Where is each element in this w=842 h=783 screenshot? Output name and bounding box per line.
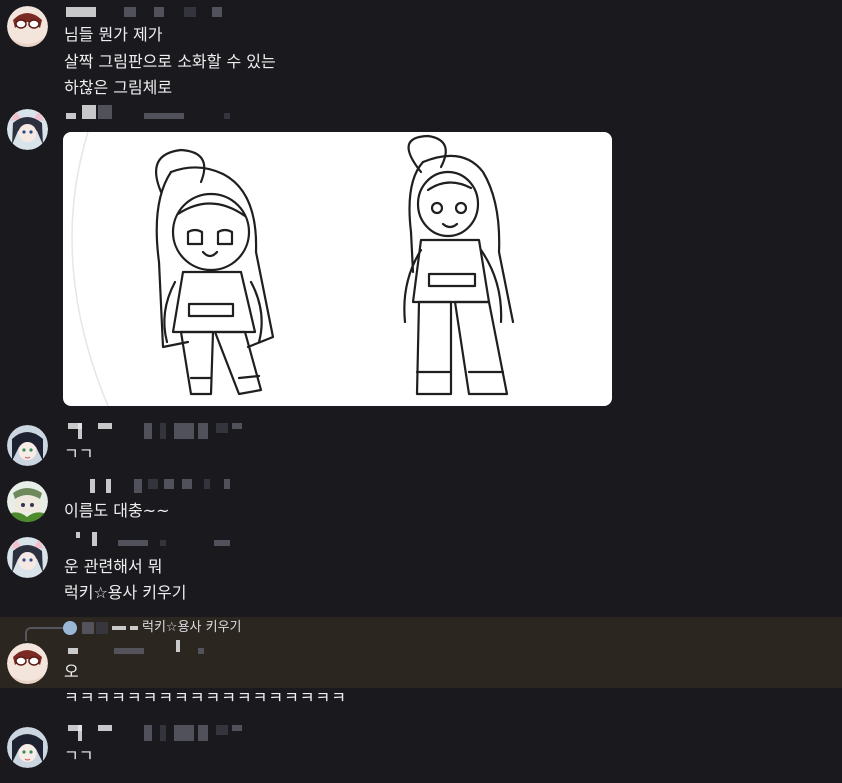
user-avatar[interactable] — [7, 481, 48, 522]
chat-log: 님들 뭔가 제가 살짝 그림판으로 소화할 수 있는 하찮은 그림체로 ㄱㄱ 이… — [0, 0, 842, 783]
user-avatar[interactable] — [7, 109, 48, 150]
message-text: 오 — [64, 662, 79, 681]
message-text: 럭키☆용사 키우기 — [64, 583, 187, 602]
username-redacted[interactable] — [64, 105, 234, 121]
username-redacted[interactable] — [64, 725, 254, 743]
username-redacted[interactable] — [64, 423, 254, 441]
username-redacted[interactable] — [64, 532, 254, 548]
drawing-image[interactable] — [63, 132, 612, 406]
user-avatar[interactable] — [7, 727, 48, 768]
message-text: 님들 뭔가 제가 — [64, 25, 163, 44]
reply-preview-text: 럭키☆용사 키우기 — [142, 620, 242, 635]
message-text: ㄱㄱ — [64, 444, 94, 463]
message-text: ㄱㄱ — [64, 746, 94, 765]
username-redacted[interactable] — [64, 640, 254, 656]
username-redacted[interactable] — [64, 479, 254, 495]
reply-preview[interactable]: 럭키☆용사 키우기 — [64, 618, 264, 638]
message-text: 이름도 대충~~ — [64, 501, 170, 520]
user-avatar[interactable] — [7, 425, 48, 466]
message-text: ㅋㅋㅋㅋㅋㅋㅋㅋㅋㅋㅋㅋㅋㅋㅋㅋㅋㅋ — [64, 688, 347, 707]
user-avatar[interactable] — [7, 643, 48, 684]
message-text: 살짝 그림판으로 소화할 수 있는 — [64, 52, 276, 71]
message-text: 하찮은 그림체로 — [64, 78, 173, 97]
user-avatar[interactable] — [7, 6, 48, 47]
user-avatar[interactable] — [7, 537, 48, 578]
message-text: 운 관련해서 뭐 — [64, 557, 163, 576]
reply-connector — [25, 627, 63, 641]
username-redacted[interactable] — [64, 7, 234, 21]
